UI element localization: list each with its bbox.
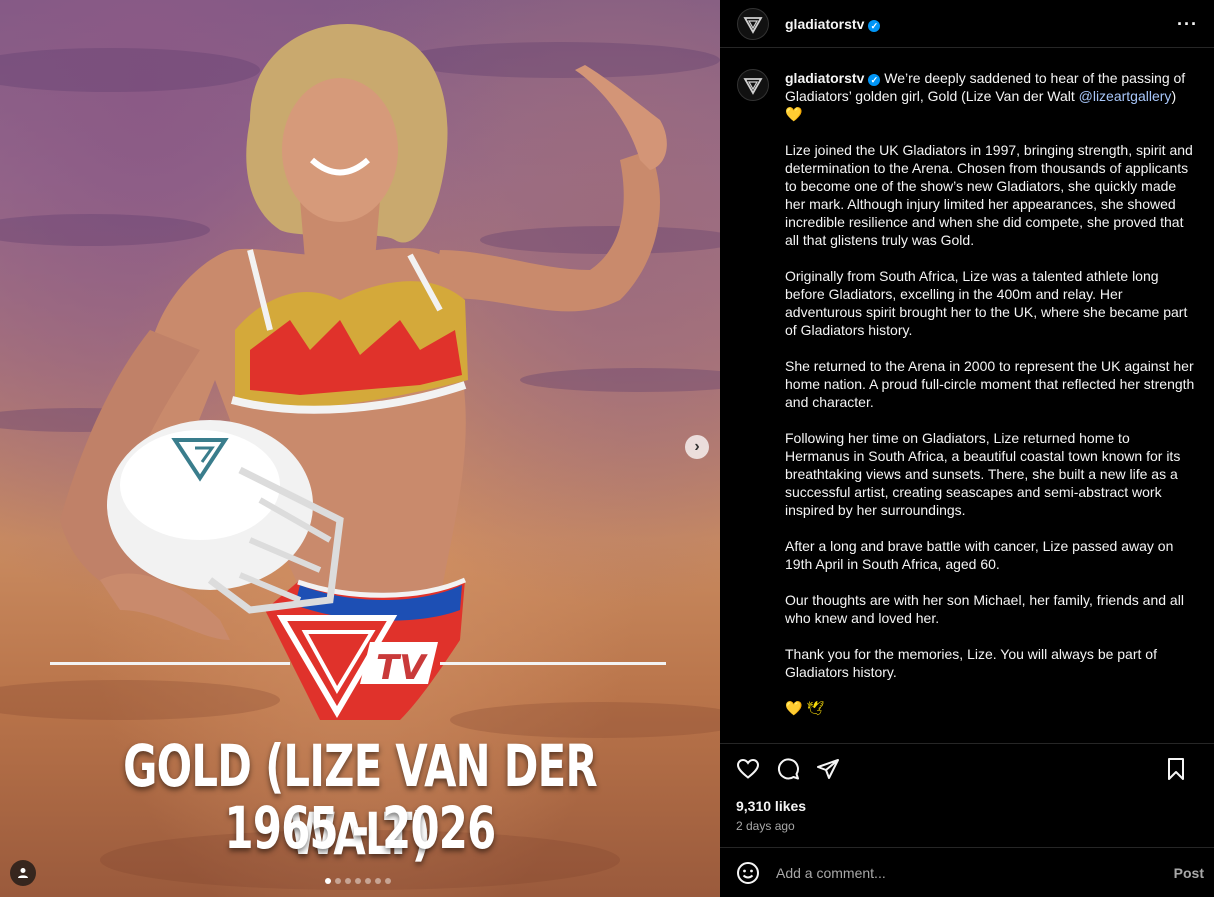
overlay-rule-right [440,662,666,665]
caption-paragraph: Originally from South Africa, Lize was a… [785,268,1188,338]
instagram-post: TV GOLD (LIZE VAN DER WALT) 1965 - 2026 … [0,0,1214,897]
comment-icon[interactable] [776,757,800,781]
carousel-dot [345,878,351,884]
carousel-dot [385,878,391,884]
action-bar [720,743,1214,793]
chevron-right-icon: › [694,438,700,455]
avatar[interactable] [737,69,769,101]
logo-tv-text: TV [376,648,428,688]
caption-paragraph: Thank you for the memories, Lize. You wi… [785,646,1157,680]
caption-text: gladiatorstv ✓ We’re deeply saddened to h… [785,69,1195,735]
account-handle-text: gladiatorstv [785,15,865,32]
caption-paragraph: Lize joined the UK Gladiators in 1997, b… [785,142,1193,248]
caption-scroll-area[interactable]: gladiatorstv ✓ We’re deeply saddened to h… [720,49,1214,743]
bookmark-icon[interactable] [1164,757,1188,781]
caption-handle[interactable]: gladiatorstv ✓ [785,70,881,86]
post-comment-button[interactable]: Post [1174,865,1204,881]
likes-count[interactable]: 9,310 likes [736,798,806,814]
post-timestamp[interactable]: 2 days ago [736,819,795,833]
carousel-dot [375,878,381,884]
caption-paragraph: After a long and brave battle with cance… [785,538,1174,572]
caption-paragraph: Our thoughts are with her son Michael, h… [785,592,1184,626]
caption-row: gladiatorstv ✓ We’re deeply saddened to h… [737,69,1198,735]
post-details-pane: gladiatorstv ✓ ··· gladiatorstv ✓ We’re de… [720,0,1214,897]
more-options-icon[interactable]: ··· [1177,14,1198,35]
overlay-rule-left [50,662,290,665]
carousel-dot [365,878,371,884]
yellow-heart-icon: 💛 [785,106,803,122]
caption-intro-end: ) [1171,88,1177,104]
comment-input[interactable] [776,864,1174,881]
carousel-dots [325,878,391,884]
comment-bar: Post [720,847,1214,897]
next-slide-button[interactable]: › [685,435,709,459]
verified-badge-icon: ✓ [868,19,881,32]
post-image-carousel[interactable]: TV GOLD (LIZE VAN DER WALT) 1965 - 2026 … [0,0,720,897]
mention-link[interactable]: @lizeartgallery [1079,88,1172,104]
person-icon [18,868,28,878]
share-icon[interactable] [816,757,840,781]
caption-intro: gladiatorstv ✓ We’re deeply saddened to h… [785,69,1195,123]
gladiators-logo-icon [743,16,763,34]
tagged-users-button[interactable] [10,860,36,886]
closing-emojis: 💛 🕊 [785,700,825,716]
avatar[interactable] [737,7,769,40]
heart-icon[interactable] [736,757,760,781]
smiley-icon[interactable] [736,861,760,885]
carousel-dot [355,878,361,884]
gladiators-logo-icon [743,78,763,95]
carousel-dot [335,878,341,884]
post-header: gladiatorstv ✓ ··· [720,0,1214,48]
tribute-years: 1965 - 2026 [224,794,497,862]
carousel-dot [325,878,331,884]
account-handle[interactable]: gladiatorstv ✓ [785,15,881,32]
verified-badge-icon: ✓ [868,74,881,86]
caption-paragraph: Following her time on Gladiators, Lize r… [785,430,1181,518]
caption-handle-text: gladiatorstv [785,70,865,86]
caption-paragraph: She returned to the Arena in 2000 to rep… [785,358,1195,410]
